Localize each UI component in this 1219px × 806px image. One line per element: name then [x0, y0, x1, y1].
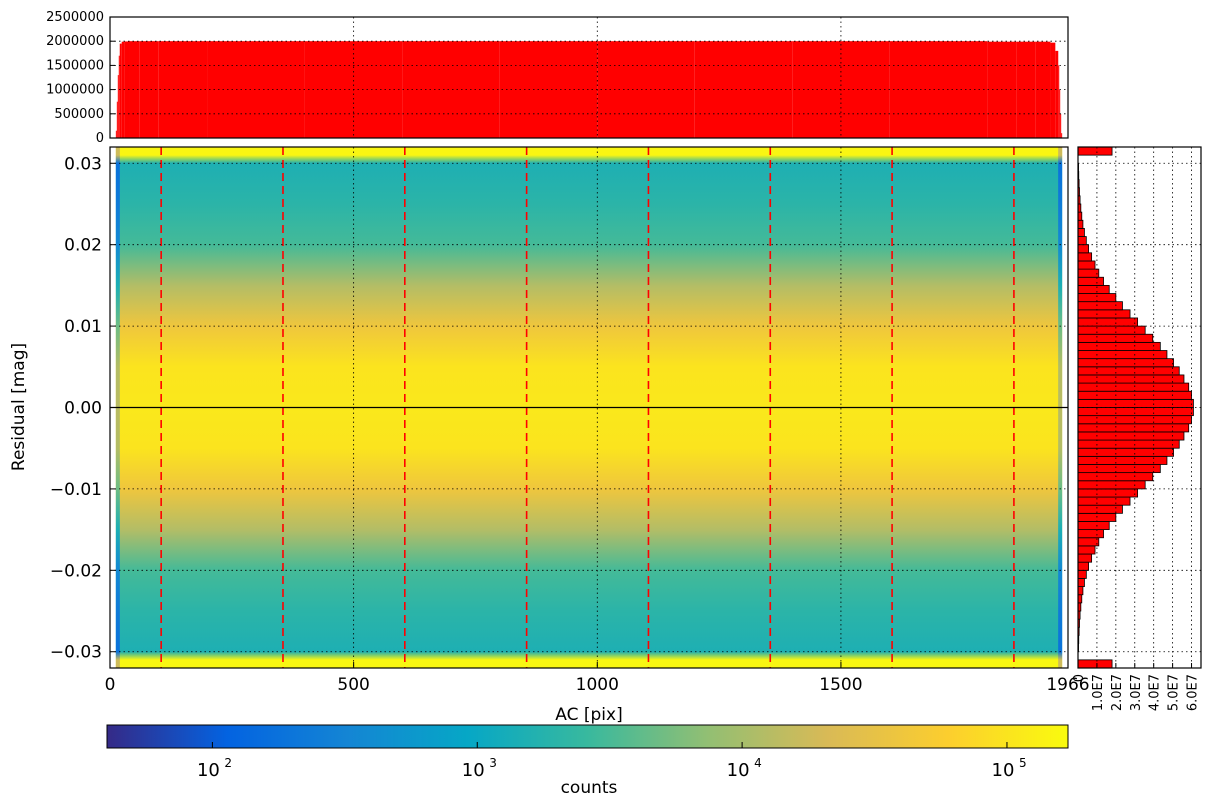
right-bar [1077, 317, 1139, 327]
heatmap-panel: 0 500 1000 1500 1966 −0.03−0.02−0.010.000.01… [9, 146, 1090, 725]
top-histogram-panel: 0 500000 1000000 1500000 2000000 2500000 [46, 10, 1069, 146]
top-ytick-label: 1500000 [46, 58, 104, 73]
colorbar-tick-label: 10 [462, 760, 485, 781]
right-xtick-label: 2.0E7 [1110, 674, 1125, 711]
right-xtick-label: 1.0E7 [1091, 674, 1106, 711]
right-bar [1077, 366, 1180, 376]
right-xtick-label: 5.0E7 [1167, 674, 1182, 711]
heat-xtick-label: 0 [105, 675, 116, 695]
right-bar [1077, 407, 1194, 417]
right-bar [1077, 260, 1096, 270]
colorbar: 10 2 10 3 10 4 10 5 counts [106, 724, 1069, 798]
right-bar [1077, 472, 1154, 482]
heat-ytick-label: 0.03 [64, 154, 102, 174]
right-bar [1077, 464, 1161, 474]
right-bar [1077, 521, 1110, 531]
top-ytick-label: 2000000 [46, 34, 104, 49]
colorbar-label: counts [561, 778, 618, 798]
top-bar [118, 55, 120, 138]
top-bar [116, 101, 118, 138]
top-bar [1061, 133, 1063, 138]
top-ytick-label: 2500000 [46, 10, 104, 25]
colorbar-tick-label: 10 [727, 760, 750, 781]
colorbar-tick-label: 10 [992, 760, 1015, 781]
top-ytick-label: 1000000 [46, 83, 104, 98]
colorbar-tick-exponent: 4 [754, 756, 762, 770]
top-bar [1058, 65, 1060, 138]
right-bar [1077, 219, 1084, 229]
top-bar [1055, 50, 1059, 138]
heat-ytick-label: −0.01 [50, 480, 102, 500]
right-bar [1077, 488, 1139, 498]
right-bar [1077, 439, 1180, 449]
heat-ytick-label: 0.01 [64, 317, 102, 337]
colorbar-tick-exponent: 2 [224, 756, 232, 770]
heat-xtick-label: 1000 [576, 675, 619, 695]
right-bar [1077, 268, 1100, 278]
right-bar [1077, 228, 1085, 237]
right-bar [1077, 553, 1093, 563]
right-bar [1077, 529, 1104, 539]
top-bar [117, 75, 119, 138]
right-bar [1077, 333, 1154, 343]
right-bar [1077, 423, 1190, 433]
right-bar [1077, 244, 1089, 254]
heat-ytick-label: 0.00 [64, 399, 102, 419]
right-bar [1077, 431, 1185, 441]
right-bar [1077, 398, 1194, 408]
right-bar [1077, 236, 1087, 246]
right-bar [1077, 586, 1084, 596]
right-bar [1077, 341, 1161, 351]
right-bar [1077, 569, 1087, 579]
right-bar [1077, 309, 1131, 319]
right-histogram-bars [1077, 146, 1194, 669]
right-xtick-label: 4.0E7 [1148, 674, 1163, 711]
right-xtick-label: 0 [1072, 674, 1087, 682]
top-ytick-label: 500000 [54, 107, 104, 122]
right-bar [1077, 374, 1185, 384]
top-bar [119, 43, 122, 139]
right-bar [1077, 252, 1093, 262]
x-axis-label: AC [pix] [555, 705, 622, 725]
right-bar [1077, 561, 1089, 571]
heat-ytick-label: −0.02 [50, 561, 102, 581]
top-bar [1050, 42, 1056, 138]
right-histogram-xticks: 0 1.0E7 2.0E7 3.0E7 4.0E7 5.0E7 6.0E7 [1072, 663, 1201, 711]
heatmap-yticks: −0.03 −0.02 −0.01 0.00 0.01 0.02 0.03 [50, 154, 116, 663]
right-bar [1077, 358, 1174, 368]
right-bar [1077, 284, 1110, 294]
top-bar [1060, 113, 1062, 138]
heat-xtick-label: 1500 [819, 675, 862, 695]
right-bar [1077, 276, 1104, 286]
heat-ytick-label: −0.03 [50, 643, 102, 663]
colorbar-tick-label: 10 [197, 760, 220, 781]
top-histogram-yticks: 0 500000 1000000 1500000 2000000 2500000 [46, 10, 115, 146]
right-bar [1077, 382, 1190, 392]
right-bar [1077, 659, 1113, 669]
right-bar [1077, 578, 1085, 587]
right-bar [1077, 447, 1174, 457]
right-bar [1077, 496, 1131, 506]
heat-ytick-label: 0.02 [64, 236, 102, 256]
right-xtick-label: 3.0E7 [1129, 674, 1144, 711]
y-axis-label: Residual [mag] [9, 343, 29, 471]
right-bar [1077, 146, 1113, 156]
colorbar-gradient [106, 724, 1069, 749]
right-bar [1077, 545, 1096, 555]
colorbar-tick-exponent: 3 [489, 756, 497, 770]
right-xtick-label: 6.0E7 [1186, 674, 1201, 711]
right-bar [1077, 537, 1100, 547]
top-bar [115, 130, 117, 138]
chart-figure: 05000001000000150000020000002500000 0 500… [9, 10, 1202, 798]
heat-xtick-label: 500 [337, 675, 369, 695]
right-histogram-panel: 0 1.0E7 2.0E7 3.0E7 4.0E7 5.0E7 6.0E7 [1072, 146, 1202, 711]
colorbar-tick-exponent: 5 [1019, 756, 1027, 770]
top-ytick-label: 0 [96, 131, 104, 146]
